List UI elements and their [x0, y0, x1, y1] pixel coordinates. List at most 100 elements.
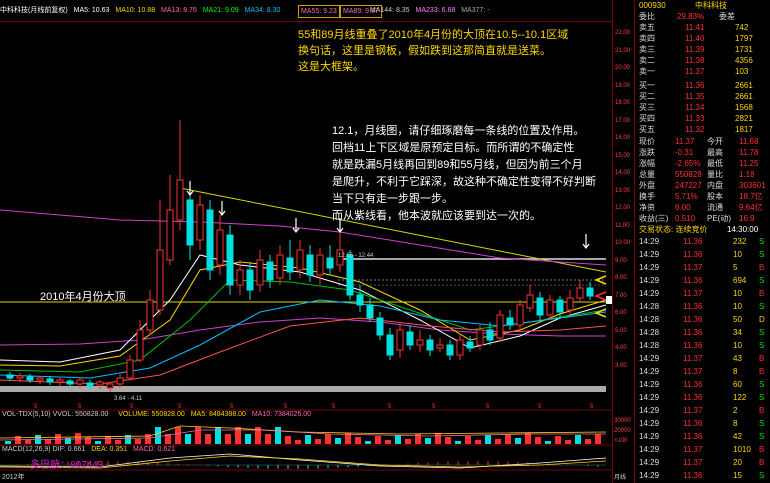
- volume-bar: [315, 439, 321, 444]
- volume-bar: [265, 434, 271, 444]
- stat-row-cell: 11.78: [739, 148, 759, 157]
- buy-row-cell: 买五: [639, 125, 655, 134]
- stat-row-cell: 1.18: [739, 170, 755, 179]
- tick-row-cell: S: [759, 250, 765, 259]
- bottom-band: [0, 386, 606, 392]
- sell-row-cell: 11.40: [685, 34, 705, 43]
- tick-row-cell: 42: [733, 432, 742, 441]
- candle-body: [416, 339, 424, 346]
- period-label[interactable]: 月线: [614, 472, 626, 481]
- price-axis-label: 9.00: [615, 257, 627, 264]
- tick-row-cell: 11.36: [683, 328, 703, 337]
- volume-bar: [175, 427, 181, 444]
- tick-row-cell: 11.37: [683, 263, 703, 272]
- tick-row-cell: 10: [733, 302, 742, 311]
- tick-row-cell: 14:29: [639, 237, 660, 246]
- volume-bar: [435, 433, 441, 444]
- ma-value-1: MA5: 10.63: [73, 7, 110, 14]
- white-arrow-icon: [218, 201, 226, 216]
- pointer-arrow-icon: [593, 291, 607, 301]
- tick-row: 14:29 11.37 2 B: [635, 405, 770, 416]
- kline-chart-area[interactable]: 5 5 5 5 5 5 5 5 5 5 5 5 中科科技(月线前复权) MA5: 10.63 MA10…: [0, 0, 612, 483]
- volume-bar: [225, 434, 231, 444]
- candle-body: [516, 304, 524, 326]
- tick-row-cell: 10: [733, 289, 742, 298]
- candle-body: [56, 379, 64, 383]
- buy-row: 买三 11.34 1568: [635, 102, 770, 113]
- tick-row-cell: 14:29: [639, 471, 660, 480]
- tick-row: 14:29 11.36 42 S: [635, 431, 770, 442]
- tick-row-cell: 11.36: [683, 237, 703, 246]
- buy-row: 买二 11.35 2661: [635, 91, 770, 102]
- volume-bar: [575, 435, 581, 444]
- buy-row-cell: 买四: [639, 114, 655, 123]
- white-arrow-icon: [582, 234, 590, 249]
- volume-bar: [355, 437, 361, 444]
- stat-row-cell: 流通: [707, 203, 723, 212]
- big-top-label: 2010年4月份大顶: [40, 291, 126, 303]
- tick-row-cell: 14:29: [639, 250, 660, 259]
- stat-row-cell: 净资: [639, 203, 655, 212]
- tick-row: 14:29 11.36 122 S: [635, 392, 770, 403]
- tick-row-cell: S: [759, 471, 765, 480]
- sell-row: 卖一 11.37 103: [635, 66, 770, 77]
- ma55-highlight-box: MA55: 9.23: [298, 5, 340, 18]
- stock-code: 000930: [639, 1, 666, 10]
- candle-body: [46, 378, 54, 383]
- price-axis-label: 13.00: [615, 187, 631, 194]
- sell-row-cell: 11.37: [685, 67, 705, 76]
- stat-row-cell: PE(动): [707, 214, 731, 223]
- ma-value-0: 中科科技(月线前复权): [0, 7, 68, 14]
- year-tick: 5: [590, 404, 594, 410]
- price-axis-label: 18.00: [615, 100, 631, 106]
- sell-row: 卖五 11.41 742: [635, 22, 770, 33]
- tick-row: 14:29 11.37 10 B: [635, 288, 770, 299]
- macd-label-1: MACD(12,26,9) DIF: 0.661: [2, 446, 86, 453]
- buy-row-cell: 2661: [735, 92, 753, 101]
- candle-body: [176, 179, 184, 221]
- tick-row-cell: S: [759, 419, 765, 428]
- watermark-text: 多巴胺：807443: [30, 460, 104, 471]
- note-line-2: 换句话，这里是钢板，假如跌到这那简直就是送菜。: [298, 45, 551, 57]
- tick-row-cell: 14:29: [639, 380, 660, 389]
- stat-row-cell: 现价: [639, 137, 655, 146]
- volume-bar: [215, 427, 221, 444]
- tick-row-cell: 11.36: [683, 276, 703, 285]
- candle-body: [326, 257, 334, 269]
- analysis-line-2: 回档11上下区域是原预定目标。而所谓的不确定性: [332, 142, 575, 154]
- sell-row-cell: 卖五: [639, 23, 655, 32]
- price-axis-label: 8.00: [615, 275, 627, 281]
- ma-value-3: MA13: 8.76: [161, 7, 197, 14]
- vol-label-4: MA10: 7384026.00: [251, 411, 312, 418]
- price-axis-label: 15.00: [615, 152, 631, 159]
- candle-body: [256, 259, 264, 286]
- tick-row-cell: 14:29: [639, 289, 660, 298]
- vol-ma5-line: [0, 425, 607, 439]
- candle-body: [476, 329, 484, 346]
- vol-axis-2: 20000: [614, 428, 631, 434]
- macd-label-3: MACD: 0.621: [132, 446, 176, 453]
- sell-row-cell: 11.39: [685, 45, 705, 54]
- volume-bar: [5, 441, 11, 444]
- tick-row-cell: S: [759, 341, 765, 350]
- tick-row: 14:29 11.37 8 B: [635, 366, 770, 377]
- tick-row-cell: 14:29: [639, 432, 660, 441]
- stat-row: 净资 6.00 流通 9.64亿: [635, 202, 770, 213]
- buy-row-cell: 11.33: [685, 114, 705, 123]
- quote-header: 000930 中科科技: [635, 0, 770, 11]
- tick-row-cell: 10: [733, 250, 742, 259]
- candle-body: [386, 334, 394, 356]
- trade-status-time: 14:30:00: [727, 225, 759, 234]
- tick-row-cell: 20: [733, 458, 742, 467]
- tick-row-cell: 694: [733, 276, 747, 285]
- tick-row-cell: 122: [733, 393, 747, 402]
- tick-row-cell: 1010: [733, 445, 751, 454]
- stat-row-cell: 内盘: [707, 181, 723, 190]
- year-tick: 5: [130, 404, 134, 410]
- candle-body: [86, 382, 94, 387]
- tick-row-cell: 14:28: [639, 328, 660, 337]
- ma-value-10: MA377: -: [461, 7, 490, 14]
- stat-row-cell: 18.7亿: [739, 192, 763, 201]
- volume-bar: [115, 440, 121, 444]
- tick-row-cell: 11.36: [683, 419, 703, 428]
